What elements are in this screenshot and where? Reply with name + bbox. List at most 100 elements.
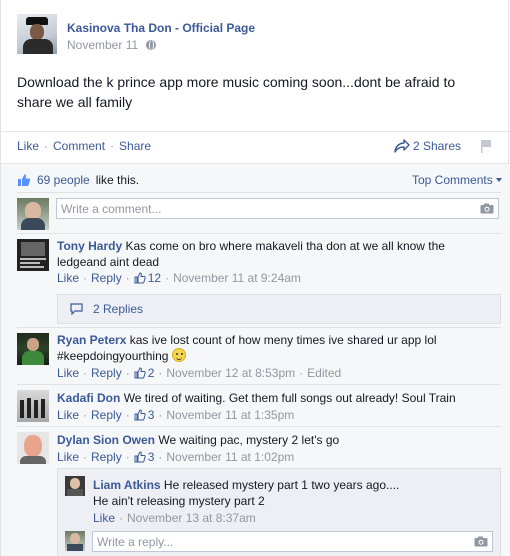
comment-reply-button[interactable]: Reply <box>91 271 122 285</box>
viewer-avatar[interactable] <box>17 198 49 230</box>
comment-body: Kadafi Don We tired of waiting. Get them… <box>57 390 497 406</box>
divider <box>17 233 501 234</box>
comment-like-count[interactable]: 3 <box>134 450 155 464</box>
reply-timestamp[interactable]: November 13 at 8:37am <box>127 511 256 525</box>
comment-body: Ryan Peterx kas ive lost count of how me… <box>57 332 497 364</box>
comment-author[interactable]: Tony Hardy <box>57 239 122 253</box>
thumbs-up-icon <box>134 409 146 421</box>
comment-reply-button[interactable]: Reply <box>91 408 122 422</box>
comment-like-button[interactable]: Like <box>57 450 79 464</box>
comment-placeholder: Write a comment... <box>61 202 162 216</box>
comment-body: Dylan Sion Owen We waiting pac, mystery … <box>57 432 497 448</box>
comment-body: Tony Hardy Kas come on bro where makavel… <box>57 238 497 270</box>
separator: · <box>299 366 304 380</box>
comment-text: We tired of waiting. Get them full songs… <box>123 391 456 405</box>
separator: · <box>158 366 163 380</box>
separator: · <box>158 450 163 464</box>
reply-body: Liam Atkins He released mystery part 1 t… <box>93 477 493 509</box>
caret-down-icon <box>495 178 502 182</box>
camera-icon[interactable] <box>474 536 488 547</box>
post-date[interactable]: November 11 <box>67 38 138 52</box>
separator: · <box>165 271 170 285</box>
likes-summary: 69 people like this. <box>17 173 139 187</box>
like-count-value: 2 <box>147 366 155 380</box>
comment-timestamp[interactable]: November 11 at 1:35pm <box>166 408 294 422</box>
divider <box>1 131 510 132</box>
top-comments-dropdown[interactable]: Top Comments <box>412 173 502 187</box>
separator: · <box>125 450 130 464</box>
reply-placeholder: Write a reply... <box>97 535 174 549</box>
thumbs-up-icon <box>18 174 31 186</box>
comment-like-count[interactable]: 3 <box>134 408 155 422</box>
comment-timestamp[interactable]: November 11 at 9:24am <box>173 271 301 285</box>
comment-actions: Like · Reply · 12 · November 11 at 9:24a… <box>57 271 301 285</box>
separator: · <box>83 366 88 380</box>
comment-button[interactable]: Comment <box>53 139 105 153</box>
reply-input[interactable]: Write a reply... <box>92 531 493 552</box>
divider <box>17 327 501 328</box>
comment-like-count[interactable]: 12 <box>134 271 161 285</box>
flag-icon[interactable] <box>480 139 492 153</box>
post-actions: Like · Comment · Share <box>17 139 151 153</box>
separator: · <box>110 139 115 153</box>
separator: · <box>125 271 130 285</box>
thumbs-up-icon <box>134 272 146 284</box>
comment-like-count[interactable]: 2 <box>134 366 155 380</box>
reply-arrow-icon <box>70 303 83 315</box>
like-count-value: 3 <box>147 408 155 422</box>
replies-count[interactable]: 2 Replies <box>93 302 143 316</box>
reply-author[interactable]: Liam Atkins <box>93 478 161 492</box>
comment-author[interactable]: Kadafi Don <box>57 391 120 405</box>
edited-label[interactable]: Edited <box>307 366 341 380</box>
reply-actions: Like · November 13 at 8:37am <box>93 511 256 525</box>
comment-like-button[interactable]: Like <box>57 408 79 422</box>
post-card: Kasinova Tha Don - Official Page Novembe… <box>0 0 510 556</box>
divider <box>17 192 501 193</box>
comment-timestamp[interactable]: November 12 at 8:53pm <box>166 366 295 380</box>
separator: · <box>83 408 88 422</box>
separator: · <box>83 450 88 464</box>
shares-count[interactable]: 2 Shares <box>413 139 461 153</box>
like-button[interactable]: Like <box>17 139 39 153</box>
shares-link[interactable]: 2 Shares <box>394 139 461 153</box>
comment-input[interactable]: Write a comment... <box>56 198 499 219</box>
reply-like-button[interactable]: Like <box>93 511 115 525</box>
comment-reply-button[interactable]: Reply <box>91 366 122 380</box>
camera-icon[interactable] <box>480 203 494 214</box>
divider <box>17 384 501 385</box>
comment-like-button[interactable]: Like <box>57 366 79 380</box>
divider <box>17 426 501 427</box>
comment-like-button[interactable]: Like <box>57 271 79 285</box>
separator: · <box>44 139 49 153</box>
comment-reply-button[interactable]: Reply <box>91 450 122 464</box>
viewer-avatar[interactable] <box>65 531 85 551</box>
page-name-link[interactable]: Kasinova Tha Don - Official Page <box>67 21 255 35</box>
page-avatar[interactable] <box>17 14 57 54</box>
commenter-avatar[interactable] <box>17 239 49 271</box>
like-count-value: 3 <box>147 450 155 464</box>
comment-author[interactable]: Dylan Sion Owen <box>57 433 155 447</box>
share-button[interactable]: Share <box>119 139 151 153</box>
likers-link[interactable]: 69 people <box>37 173 90 187</box>
reply-text: He released mystery part 1 two years ago… <box>163 478 400 492</box>
reply-author-avatar[interactable] <box>65 476 85 496</box>
reply-text: He ain't releasing mystery part 2 <box>93 494 265 508</box>
comment-actions: Like · Reply · 2 · November 12 at 8:53pm… <box>57 366 341 380</box>
comment-timestamp[interactable]: November 11 at 1:02pm <box>166 450 294 464</box>
separator: · <box>125 366 130 380</box>
post-meta: November 11 <box>67 38 157 52</box>
top-comments-label[interactable]: Top Comments <box>412 173 493 187</box>
separator: · <box>158 408 163 422</box>
commenter-avatar[interactable] <box>17 333 49 365</box>
commenter-avatar[interactable] <box>17 390 49 422</box>
smile-emoji-icon <box>171 348 186 362</box>
comment-actions: Like · Reply · 3 · November 11 at 1:02pm <box>57 450 294 464</box>
separator: · <box>83 271 88 285</box>
view-replies-button[interactable]: 2 Replies <box>57 294 501 324</box>
separator: · <box>119 511 124 525</box>
globe-icon <box>146 40 157 50</box>
comment-author[interactable]: Ryan Peterx <box>57 333 126 347</box>
like-count-value: 12 <box>147 271 162 285</box>
likes-suffix: like this. <box>95 173 140 187</box>
commenter-avatar[interactable] <box>17 432 49 464</box>
